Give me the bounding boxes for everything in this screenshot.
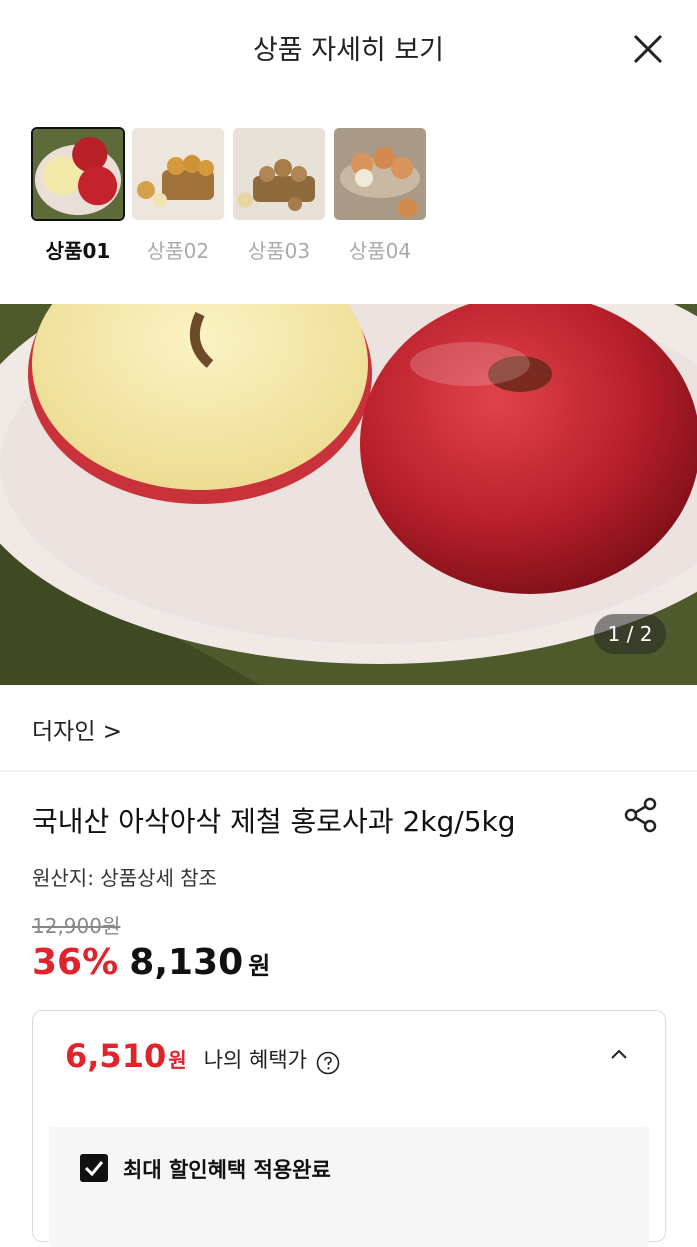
help-icon[interactable] <box>316 1051 340 1075</box>
max-discount-label: 최대 할인혜택 적용완료 <box>123 1158 331 1182</box>
thumbnail-label: 상품04 <box>348 239 412 263</box>
benefit-panel: 6,510 원 나의 혜택가 최대 할인혜택 적용완료 <box>32 1010 666 1247</box>
page-title: 상품 자세히 보기 <box>252 35 445 66</box>
benefit-detail: 최대 할인혜택 적용완료 <box>49 1127 649 1247</box>
sale-price-unit: 원 <box>248 952 271 980</box>
discount-rate: 36% <box>32 942 119 983</box>
close-icon[interactable] <box>631 32 665 66</box>
apple-thumbnail-image <box>31 127 125 221</box>
onion-bowl-thumbnail-image <box>333 127 427 221</box>
sale-price: 8,130 <box>129 942 244 983</box>
original-price: 12,900원 <box>32 914 121 938</box>
benefit-price-unit: 원 <box>168 1048 187 1072</box>
thumbnail-item-2[interactable]: 상품02 <box>131 127 225 264</box>
apple-main-image <box>0 304 697 685</box>
chevron-up-icon[interactable] <box>609 1047 629 1061</box>
benefit-header[interactable]: 6,510 원 나의 혜택가 <box>65 1037 340 1075</box>
thumbnail-item-4[interactable]: 상품04 <box>333 127 427 264</box>
gallery-pager: 1 / 2 <box>594 614 666 654</box>
sale-price-row: 36% 8,130 원 <box>32 942 270 983</box>
share-icon[interactable] <box>623 797 659 833</box>
product-image-gallery[interactable]: 1 / 2 <box>0 304 697 685</box>
pear-basket-thumbnail-image <box>131 127 225 221</box>
thumbnail-label: 상품03 <box>247 239 311 263</box>
header: 상품 자세히 보기 <box>0 0 697 100</box>
product-title: 국내산 아삭아삭 제철 홍로사과 2kg/5kg <box>32 805 516 838</box>
divider <box>0 770 697 772</box>
thumbnail-item-1[interactable]: 상품01 <box>31 127 125 264</box>
product-title-row: 국내산 아삭아삭 제철 홍로사과 2kg/5kg <box>32 797 667 840</box>
max-discount-checkbox[interactable] <box>80 1154 108 1182</box>
design-link[interactable]: 더자인 > <box>32 712 122 746</box>
benefit-price: 6,510 <box>65 1037 167 1075</box>
thumbnail-label: 상품01 <box>45 239 111 263</box>
thumbnail-label: 상품02 <box>146 239 210 263</box>
thumbnail-item-3[interactable]: 상품03 <box>232 127 326 264</box>
potato-basket-thumbnail-image <box>232 127 326 221</box>
origin-text: 원산지: 상품상세 참조 <box>32 866 218 890</box>
benefit-label: 나의 혜택가 <box>203 1048 307 1072</box>
